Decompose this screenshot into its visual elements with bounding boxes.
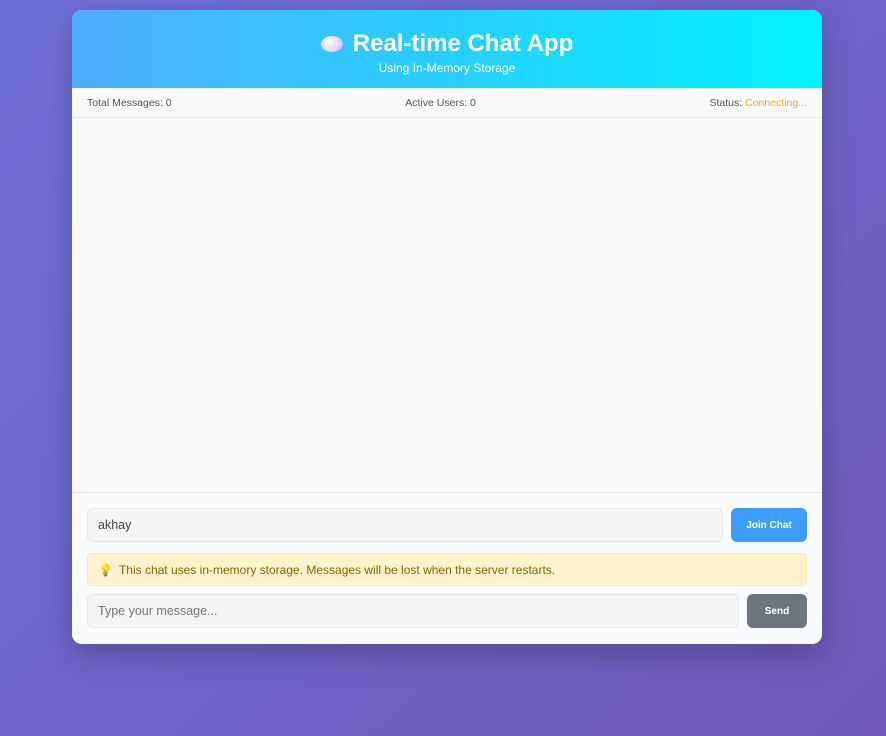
status-value: Connecting... [745,96,807,109]
active-users: Active Users: 0 [405,96,476,109]
subtitle: Using In-Memory Storage [378,61,516,75]
join-chat-button[interactable]: Join Chat [731,508,807,542]
stats-bar: Total Messages: 0 Active Users: 0 Status… [72,88,822,118]
status-label: Status: [709,96,743,109]
send-button[interactable]: Send [747,594,807,628]
page-title-row: Real-time Chat App [72,30,822,58]
total-messages: Total Messages: 0 [87,96,172,109]
notice-text: This chat uses in-memory storage. Messag… [118,562,556,577]
page-title: Real-time Chat App [352,30,574,57]
messages-area[interactable] [72,118,822,493]
connection-status: Status: Connecting... [710,97,807,109]
chat-app-window: Real-time Chat App Using In-Memory Stora… [72,10,822,644]
input-panel: Join Chat 💡 This chat uses in-memory stor… [72,493,822,644]
header: Real-time Chat App Using In-Memory Stora… [72,10,822,88]
lightbulb-icon: 💡 [98,562,113,577]
storage-notice: 💡 This chat uses in-memory storage. Messa… [87,553,807,586]
username-input[interactable] [87,508,723,542]
message-input[interactable] [87,594,739,628]
speech-bubble-icon [320,36,343,52]
